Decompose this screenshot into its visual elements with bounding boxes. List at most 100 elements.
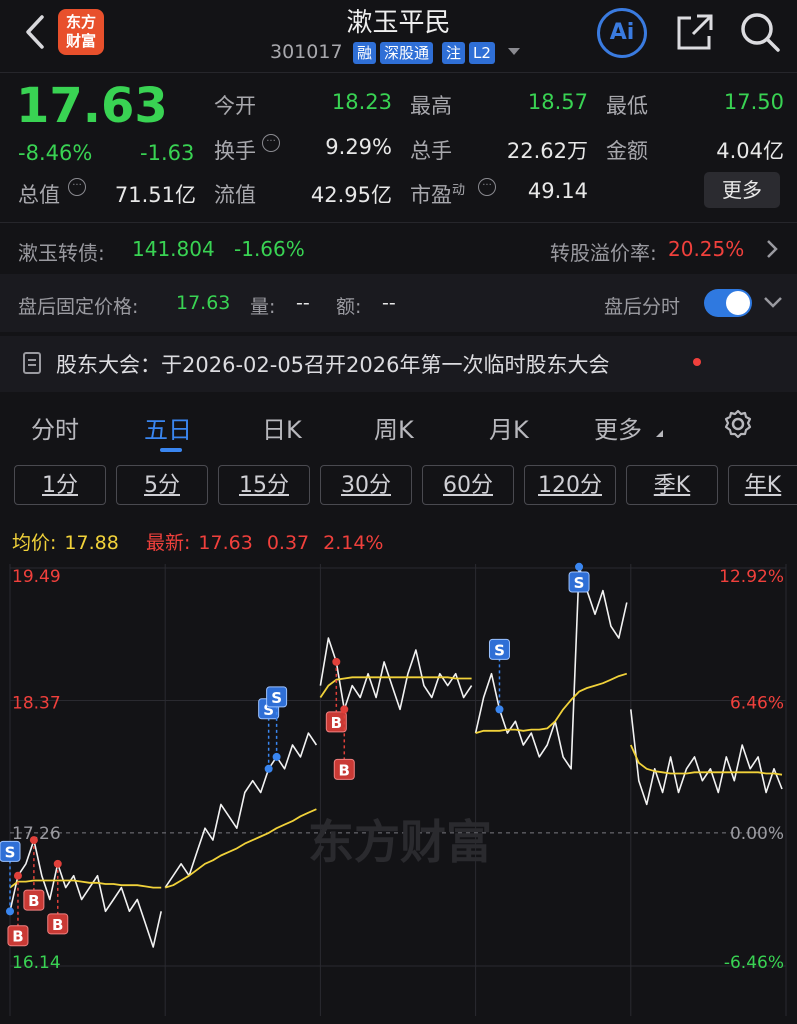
buy-marker-label: B [12, 928, 23, 946]
buy-marker-label: B [52, 916, 63, 934]
sell-marker-dot [6, 907, 14, 916]
after-hours-volume: -- [296, 292, 310, 314]
volume-label: 总手 [410, 139, 452, 163]
y-axis-label: 19.49 [12, 567, 61, 587]
connect-tag: 深股通 [380, 42, 434, 64]
turnover-value: 9.29% [325, 135, 392, 159]
y-axis-label: 18.37 [12, 693, 61, 713]
tab-intraday[interactable]: 分时 [31, 410, 79, 445]
current-price: 17.63 [16, 78, 168, 134]
dropdown-caret-icon[interactable] [508, 48, 520, 55]
tab-daily-k[interactable]: 日K [262, 410, 302, 445]
l2-tag: L2 [469, 42, 495, 64]
gear-icon[interactable] [722, 408, 754, 440]
after-hours-amount: -- [382, 292, 396, 314]
bond-label[interactable]: 漱玉转债: [18, 237, 105, 266]
price-line [164, 732, 318, 889]
bond-price: 141.804 [132, 237, 215, 261]
open-label: 今开 [214, 94, 256, 118]
chevron-right-icon[interactable] [764, 238, 780, 260]
buy-marker-dot [340, 705, 349, 714]
market-cap-value: 71.51亿 [114, 183, 196, 207]
float-cap-value: 42.95亿 [310, 183, 392, 207]
y-axis-percent-label: 6.46% [730, 693, 784, 713]
y-axis-percent-label: -6.46% [724, 953, 784, 973]
after-hours-amount-label: 额: [336, 296, 362, 318]
price-line [319, 637, 473, 711]
share-icon[interactable] [673, 12, 715, 54]
registration-tag: 注 [442, 42, 466, 64]
premium-value: 20.25% [668, 237, 745, 261]
change-percent: -8.46% [18, 141, 93, 165]
unread-dot [693, 358, 701, 366]
buy-marker-dot [29, 836, 38, 845]
amount-value: 4.04亿 [716, 139, 784, 163]
after-hours-volume-label: 量: [250, 296, 276, 318]
turnover-label: 换手 [214, 139, 256, 163]
tab-monthly-k[interactable]: 月K [489, 410, 529, 445]
corner-triangle-icon [656, 430, 663, 437]
info-icon[interactable]: ··· [262, 134, 280, 152]
interval-year-k[interactable]: 年K [728, 465, 797, 505]
tab-more[interactable]: 更多 [594, 410, 642, 445]
chart-grid [9, 564, 787, 1016]
y-axis-percent-label: 0.00% [730, 824, 784, 844]
more-button[interactable]: 更多 [704, 172, 780, 208]
interval-5min[interactable]: 5分 [116, 465, 208, 505]
document-icon [22, 351, 42, 375]
sell-marker-dot [272, 752, 281, 761]
low-value: 17.50 [723, 90, 784, 114]
after-hours-toggle-label: 盘后分时 [604, 296, 681, 318]
bond-change: -1.66% [234, 237, 305, 261]
avg-price-readout: 均价: 17.88 [12, 532, 119, 554]
tab-active-indicator [160, 448, 182, 452]
sell-marker-label: S [494, 641, 505, 659]
interval-60min[interactable]: 60分 [422, 465, 514, 505]
margin-tag: 融 [353, 42, 377, 64]
avg-price-line [164, 808, 317, 889]
after-hours-toggle[interactable] [704, 289, 752, 317]
open-value: 18.23 [331, 90, 392, 114]
buy-marker-dot [332, 657, 341, 666]
info-icon[interactable]: ··· [478, 178, 496, 196]
high-label: 最高 [410, 94, 452, 118]
ai-button[interactable]: Ai [597, 8, 647, 58]
watermark: 东方财富 [308, 815, 492, 869]
sell-marker-dot [495, 705, 504, 714]
sell-marker-dot [575, 562, 584, 571]
interval-1min[interactable]: 1分 [14, 465, 106, 505]
tab-weekly-k[interactable]: 周K [374, 410, 414, 445]
volume-value: 22.62万 [506, 139, 588, 163]
notice-text[interactable]: 股东大会：于2026-02-05召开2026年第一次临时股东大会 [56, 349, 609, 379]
stock-code: 301017 [270, 41, 343, 63]
pe-label: 市盈动 [410, 183, 466, 207]
interval-120min[interactable]: 120分 [524, 465, 616, 505]
interval-15min[interactable]: 15分 [218, 465, 310, 505]
buy-marker-dot [53, 859, 62, 868]
price-line [630, 709, 783, 806]
market-cap-label: 总值 [18, 183, 60, 207]
y-axis-label: 16.14 [12, 953, 61, 973]
sell-marker-label: S [5, 843, 16, 861]
buy-marker-label: B [28, 892, 39, 910]
after-hours-label: 盘后固定价格: [18, 296, 139, 318]
buy-marker-label: B [331, 714, 342, 732]
tab-five-day[interactable]: 五日 [144, 410, 192, 445]
toggle-knob [726, 291, 750, 315]
info-icon[interactable]: ··· [68, 178, 86, 196]
avg-price-line [9, 879, 162, 889]
buy-marker-label: B [339, 761, 350, 779]
interval-30min[interactable]: 30分 [320, 465, 412, 505]
five-day-chart[interactable]: 东方财富 19.4918.3717.2616.1412.92%6.46%0.00… [0, 558, 797, 1024]
price-line [474, 566, 628, 770]
high-value: 18.57 [527, 90, 588, 114]
sell-marker-label: S [271, 689, 282, 707]
after-hours-price: 17.63 [176, 292, 231, 314]
latest-price-readout: 最新: 17.63 0.37 2.14% [146, 532, 384, 554]
search-icon[interactable] [738, 10, 782, 54]
avg-price-line [319, 676, 472, 699]
pe-value: 49.14 [527, 179, 588, 203]
chevron-down-icon[interactable] [762, 294, 784, 310]
float-cap-label: 流值 [214, 183, 256, 207]
interval-quarter-k[interactable]: 季K [626, 465, 718, 505]
